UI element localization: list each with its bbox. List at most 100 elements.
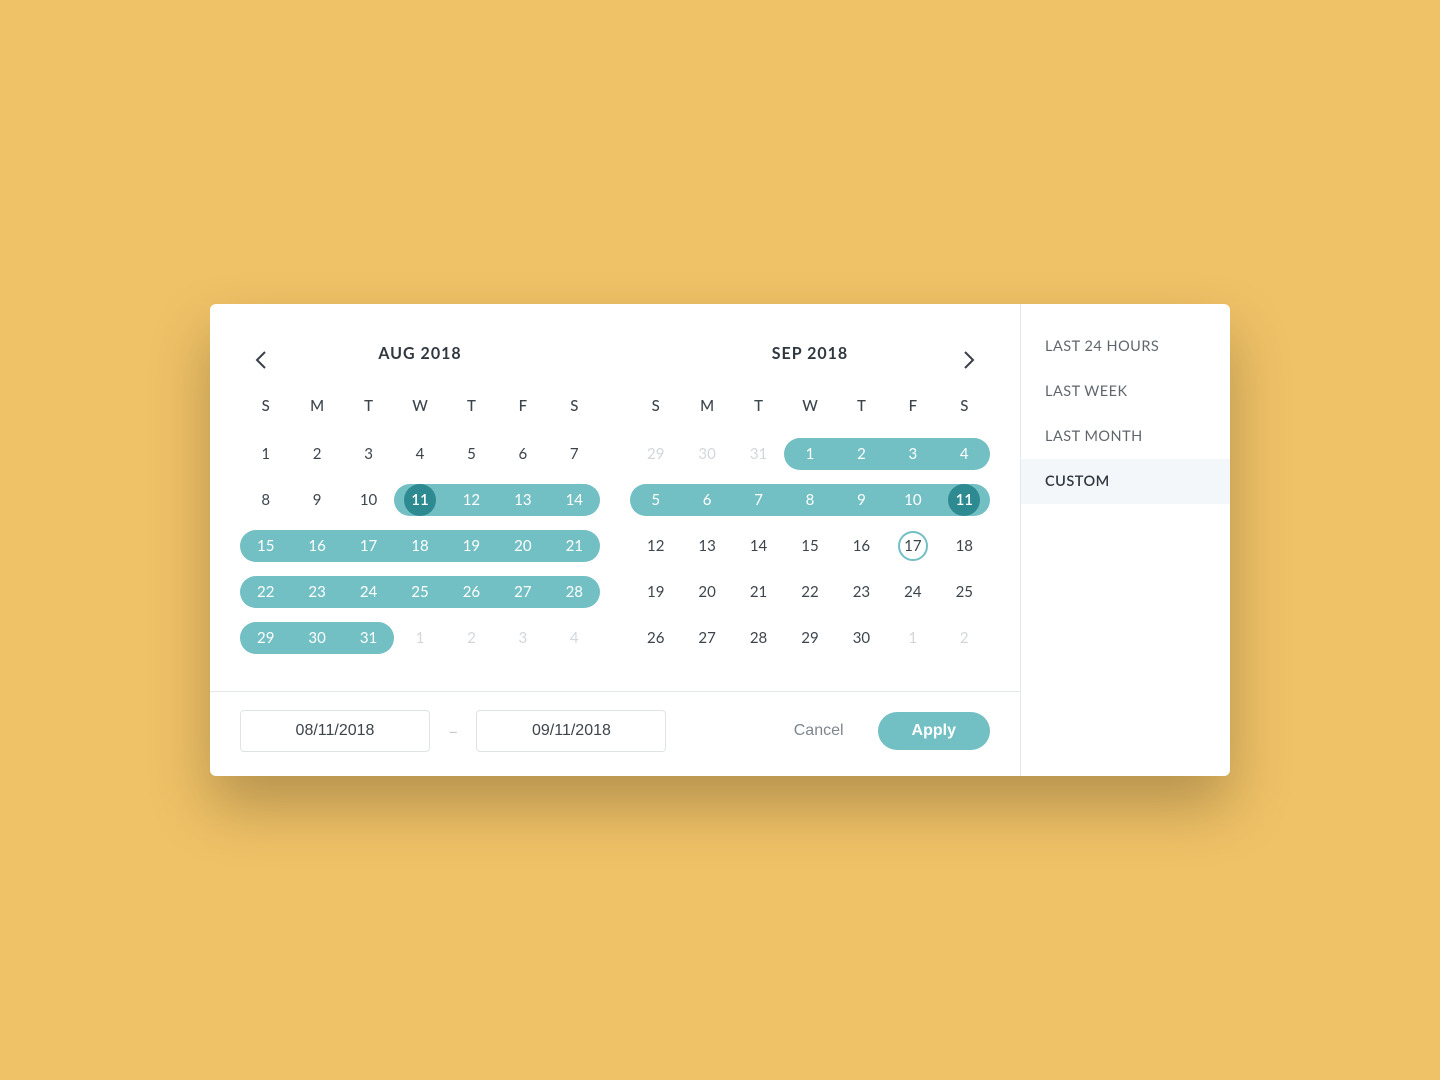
calendar-day[interactable]: 14	[733, 523, 784, 569]
day-number: 12	[647, 537, 664, 555]
end-date-input[interactable]	[476, 710, 666, 752]
calendar-day[interactable]: 30	[681, 431, 732, 477]
calendar-day[interactable]: 27	[497, 569, 548, 615]
calendar-day[interactable]: 20	[681, 569, 732, 615]
day-number: 3	[519, 629, 528, 647]
day-number: 30	[698, 445, 715, 463]
calendar-day[interactable]: 29	[240, 615, 291, 661]
calendar-day[interactable]: 2	[291, 431, 342, 477]
calendar-day[interactable]: 22	[784, 569, 835, 615]
calendar-day[interactable]: 20	[497, 523, 548, 569]
day-number: 28	[750, 629, 767, 647]
calendar-day[interactable]: 30	[836, 615, 887, 661]
day-number: 24	[904, 583, 921, 601]
calendar-day[interactable]: 4	[394, 431, 445, 477]
calendar-day[interactable]: 9	[836, 477, 887, 523]
start-date-input[interactable]	[240, 710, 430, 752]
date-range-picker: AUG 2018 SMTWTFS 12345678910111213141516…	[210, 304, 1230, 776]
calendar-day[interactable]: 25	[394, 569, 445, 615]
calendar-day[interactable]: 8	[240, 477, 291, 523]
apply-button[interactable]: Apply	[878, 712, 990, 750]
calendar-day[interactable]: 11	[394, 477, 445, 523]
cancel-button[interactable]: Cancel	[778, 714, 860, 748]
calendar-day[interactable]: 5	[630, 477, 681, 523]
calendar-day[interactable]: 15	[240, 523, 291, 569]
calendar-day[interactable]: 24	[343, 569, 394, 615]
day-grid-left: 1234567891011121314151617181920212223242…	[240, 431, 600, 661]
calendar-day[interactable]: 13	[497, 477, 548, 523]
calendar-day[interactable]: 11	[939, 477, 990, 523]
day-number: 1	[909, 629, 918, 647]
day-number: 16	[308, 537, 325, 555]
calendar-day[interactable]: 16	[836, 523, 887, 569]
calendar-day[interactable]: 17	[343, 523, 394, 569]
calendar-day[interactable]: 5	[446, 431, 497, 477]
calendar-day[interactable]: 6	[681, 477, 732, 523]
calendar-day[interactable]: 7	[733, 477, 784, 523]
day-number: 1	[416, 629, 425, 647]
calendar-day[interactable]: 10	[887, 477, 938, 523]
calendar-day[interactable]: 3	[343, 431, 394, 477]
calendar-day[interactable]: 2	[836, 431, 887, 477]
calendar-day[interactable]: 18	[394, 523, 445, 569]
calendar-day[interactable]: 14	[549, 477, 600, 523]
calendar-day[interactable]: 28	[549, 569, 600, 615]
calendar-day[interactable]: 9	[291, 477, 342, 523]
day-of-week-header: M	[291, 391, 342, 431]
calendar-day[interactable]: 19	[446, 523, 497, 569]
calendar-day[interactable]: 27	[681, 615, 732, 661]
calendar-day[interactable]: 23	[291, 569, 342, 615]
preset-option[interactable]: LAST MONTH	[1021, 414, 1230, 459]
calendar-day[interactable]: 12	[446, 477, 497, 523]
calendar-day[interactable]: 1	[887, 615, 938, 661]
calendar-day[interactable]: 15	[784, 523, 835, 569]
day-number: 29	[647, 445, 664, 463]
calendar-day[interactable]: 25	[939, 569, 990, 615]
calendar-day[interactable]: 4	[939, 431, 990, 477]
calendar-day[interactable]: 22	[240, 569, 291, 615]
day-number: 2	[467, 629, 476, 647]
day-number: 20	[698, 583, 715, 601]
day-number: 11	[956, 491, 973, 509]
calendar-day[interactable]: 26	[630, 615, 681, 661]
calendar-day[interactable]: 19	[630, 569, 681, 615]
next-month-button[interactable]	[956, 348, 980, 372]
calendar-day[interactable]: 1	[394, 615, 445, 661]
preset-option[interactable]: LAST WEEK	[1021, 369, 1230, 414]
calendar-day[interactable]: 26	[446, 569, 497, 615]
prev-month-button[interactable]	[250, 348, 274, 372]
calendar-day[interactable]: 2	[939, 615, 990, 661]
day-number: 19	[647, 583, 664, 601]
day-number: 9	[857, 491, 866, 509]
calendar-day[interactable]: 2	[446, 615, 497, 661]
calendar-day[interactable]: 23	[836, 569, 887, 615]
calendar-day[interactable]: 31	[733, 431, 784, 477]
calendar-day[interactable]: 17	[887, 523, 938, 569]
calendar-day[interactable]: 30	[291, 615, 342, 661]
day-number: 5	[651, 491, 660, 509]
calendar-left: AUG 2018 SMTWTFS 12345678910111213141516…	[240, 344, 600, 661]
preset-option[interactable]: LAST 24 HOURS	[1021, 324, 1230, 369]
calendar-day[interactable]: 16	[291, 523, 342, 569]
calendar-day[interactable]: 29	[630, 431, 681, 477]
calendar-day[interactable]: 21	[733, 569, 784, 615]
calendar-day[interactable]: 7	[549, 431, 600, 477]
day-of-week-header: S	[939, 391, 990, 431]
calendar-day[interactable]: 28	[733, 615, 784, 661]
calendar-day[interactable]: 4	[549, 615, 600, 661]
calendar-day[interactable]: 1	[240, 431, 291, 477]
calendar-day[interactable]: 10	[343, 477, 394, 523]
calendar-day[interactable]: 31	[343, 615, 394, 661]
calendar-day[interactable]: 21	[549, 523, 600, 569]
calendar-day[interactable]: 18	[939, 523, 990, 569]
calendar-day[interactable]: 12	[630, 523, 681, 569]
calendar-day[interactable]: 6	[497, 431, 548, 477]
calendar-day[interactable]: 3	[497, 615, 548, 661]
calendar-day[interactable]: 3	[887, 431, 938, 477]
calendar-day[interactable]: 29	[784, 615, 835, 661]
calendar-day[interactable]: 1	[784, 431, 835, 477]
calendar-day[interactable]: 8	[784, 477, 835, 523]
calendar-day[interactable]: 24	[887, 569, 938, 615]
preset-option[interactable]: CUSTOM	[1021, 459, 1230, 504]
calendar-day[interactable]: 13	[681, 523, 732, 569]
